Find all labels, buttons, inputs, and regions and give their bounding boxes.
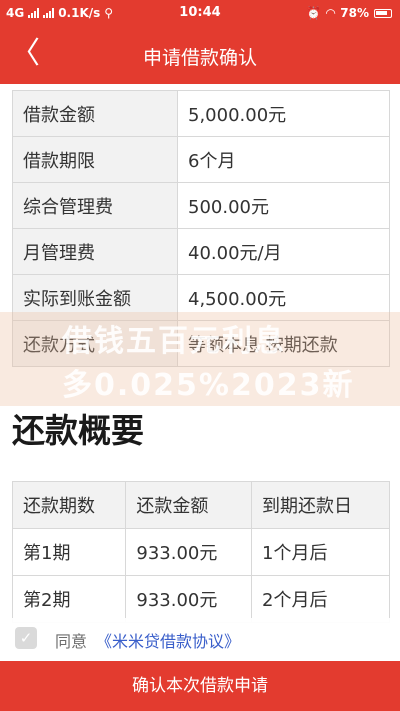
title-bar: 〈 申请借款确认	[0, 26, 400, 84]
alarm-icon: ⏰	[306, 6, 322, 20]
table-header-row: 还款期数 还款金额 到期还款日	[11, 481, 390, 529]
due-date-cell: 2个月后	[251, 575, 390, 623]
table-row: 第1期 933.00元 1个月后	[11, 528, 390, 576]
watermark-line-2: 多0.025%2023新	[62, 368, 355, 403]
repayment-summary-title: 还款概要	[12, 411, 144, 450]
detail-value: 6个月	[177, 136, 390, 183]
page-title: 申请借款确认	[142, 47, 257, 69]
column-header: 到期还款日	[251, 481, 390, 529]
watermark-line-1: 借钱五百元利息	[62, 324, 286, 359]
detail-label: 借款金额	[12, 90, 178, 137]
period-cell: 第1期	[11, 528, 127, 576]
detail-label: 综合管理费	[12, 182, 178, 229]
detail-value: 5,000.00元	[177, 90, 390, 137]
detail-value: 500.00元	[177, 182, 390, 229]
wifi-icon: ◠	[326, 6, 336, 20]
table-row: 借款金额 5,000.00元	[12, 90, 390, 137]
detail-label: 借款期限	[12, 136, 178, 183]
detail-label: 月管理费	[12, 228, 178, 275]
status-bar: 4G 0.1K/s ⚲ 10:44 ⏰ ◠ 78%	[0, 0, 400, 26]
due-date-cell: 1个月后	[251, 528, 390, 576]
column-header: 还款金额	[125, 481, 253, 529]
period-cell: 第2期	[11, 575, 127, 623]
battery-percent: 78%	[340, 6, 369, 20]
table-row: 借款期限 6个月	[12, 136, 390, 183]
watermark-overlay: 借钱五百元利息 多0.025%2023新	[0, 312, 400, 406]
repayment-table: 还款期数 还款金额 到期还款日 第1期 933.00元 1个月后 第2期 933…	[11, 481, 390, 623]
table-row: 第2期 933.00元 2个月后	[11, 575, 390, 623]
agreement-prefix: 同意	[55, 632, 88, 651]
table-row: 月管理费 40.00元/月	[12, 228, 390, 275]
column-header: 还款期数	[11, 481, 127, 529]
detail-value: 40.00元/月	[177, 228, 390, 275]
amount-cell: 933.00元	[125, 528, 253, 576]
agreement-checkbox[interactable]: ✓	[15, 627, 37, 649]
amount-cell: 933.00元	[125, 575, 253, 623]
battery-icon	[374, 8, 392, 18]
table-row: 综合管理费 500.00元	[12, 182, 390, 229]
agreement-link[interactable]: 《米米贷借款协议》	[96, 628, 240, 652]
agreement-row: ✓ 同意 《米米贷借款协议》	[0, 618, 400, 658]
status-right: ⏰ ◠ 78%	[306, 6, 392, 20]
confirm-loan-button[interactable]: 确认本次借款申请	[0, 661, 400, 711]
